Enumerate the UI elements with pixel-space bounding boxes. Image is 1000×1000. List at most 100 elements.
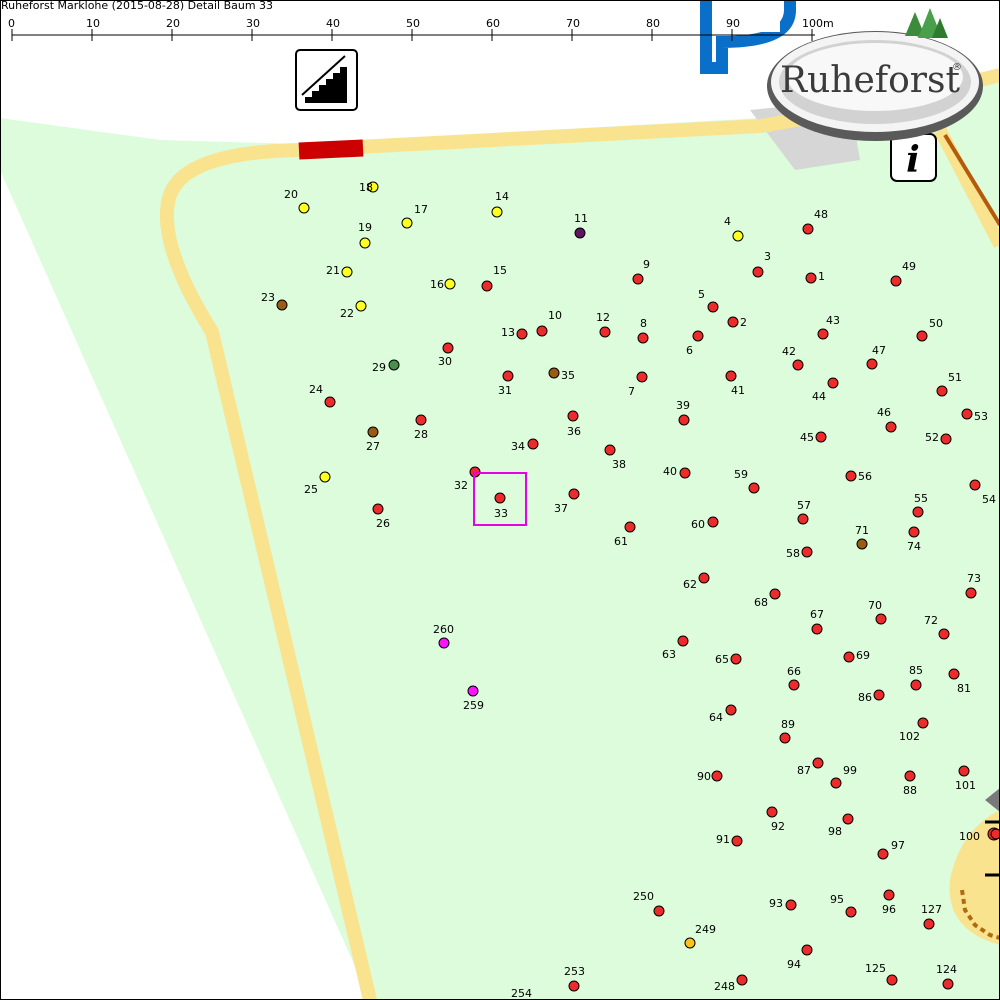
- tree-90[interactable]: 90: [697, 770, 723, 783]
- tree-marker[interactable]: [769, 588, 781, 600]
- map-canvas[interactable]: 0 10 20 30 40 50 60 70 80 90 100m i Ruheforst ®: [0, 0, 1000, 1000]
- tree-marker[interactable]: [866, 358, 878, 370]
- tree-marker[interactable]: [341, 266, 353, 278]
- tree-marker[interactable]: [990, 828, 1000, 840]
- tree-marker[interactable]: [811, 623, 823, 635]
- tree-marker[interactable]: [444, 278, 456, 290]
- tree-marker[interactable]: [725, 704, 737, 716]
- tree-marker[interactable]: [942, 978, 954, 990]
- tree-marker[interactable]: [845, 906, 857, 918]
- tree-66[interactable]: 66: [787, 665, 801, 691]
- tree-marker[interactable]: [372, 503, 384, 515]
- tree-71[interactable]: 71: [855, 524, 869, 550]
- tree-marker[interactable]: [731, 835, 743, 847]
- tree-marker[interactable]: [502, 370, 514, 382]
- tree-27[interactable]: 27: [366, 426, 380, 453]
- tree-marker[interactable]: [817, 328, 829, 340]
- tree-marker[interactable]: [692, 330, 704, 342]
- tree-marker[interactable]: [442, 342, 454, 354]
- tree-marker[interactable]: [401, 217, 413, 229]
- tree-marker[interactable]: [319, 471, 331, 483]
- tree-marker[interactable]: [886, 974, 898, 986]
- tree-45[interactable]: 45: [800, 431, 827, 444]
- tree-marker[interactable]: [788, 679, 800, 691]
- tree-marker[interactable]: [527, 438, 539, 450]
- tree-marker[interactable]: [355, 300, 367, 312]
- tree-marker[interactable]: [877, 848, 889, 860]
- tree-marker[interactable]: [467, 685, 479, 697]
- tree-marker[interactable]: [574, 227, 586, 239]
- tree-marker[interactable]: [548, 367, 560, 379]
- tree-marker[interactable]: [830, 777, 842, 789]
- tree-marker[interactable]: [802, 223, 814, 235]
- tree-marker[interactable]: [536, 325, 548, 337]
- tree-marker[interactable]: [491, 206, 503, 218]
- tree-marker[interactable]: [516, 328, 528, 340]
- tree-88[interactable]: 88: [903, 770, 917, 797]
- tree-marker[interactable]: [805, 272, 817, 284]
- tree-marker[interactable]: [845, 470, 857, 482]
- tree-marker[interactable]: [812, 757, 824, 769]
- tree-56[interactable]: 56: [845, 470, 872, 483]
- tree-marker[interactable]: [438, 637, 450, 649]
- tree-marker[interactable]: [653, 905, 665, 917]
- tree-marker[interactable]: [679, 467, 691, 479]
- tree-marker[interactable]: [415, 414, 427, 426]
- tree-marker[interactable]: [842, 813, 854, 825]
- tree-marker[interactable]: [923, 918, 935, 930]
- tree-marker[interactable]: [637, 332, 649, 344]
- tree-marker[interactable]: [792, 359, 804, 371]
- tree-marker[interactable]: [873, 689, 885, 701]
- tree-marker[interactable]: [636, 371, 648, 383]
- tree-marker[interactable]: [730, 653, 742, 665]
- tree-marker[interactable]: [324, 396, 336, 408]
- tree-marker[interactable]: [912, 506, 924, 518]
- tree-marker[interactable]: [910, 679, 922, 691]
- tree-marker[interactable]: [938, 628, 950, 640]
- tree-marker[interactable]: [604, 444, 616, 456]
- forest-map[interactable]: 0 10 20 30 40 50 60 70 80 90 100m i Ruheforst ®: [0, 0, 1000, 1000]
- tree-marker[interactable]: [875, 613, 887, 625]
- tree-marker[interactable]: [779, 732, 791, 744]
- tree-18[interactable]: 18: [359, 181, 379, 194]
- tree-16[interactable]: 16: [430, 278, 456, 291]
- tree-marker[interactable]: [801, 944, 813, 956]
- tree-marker[interactable]: [890, 275, 902, 287]
- tree-marker[interactable]: [727, 316, 739, 328]
- tree-marker[interactable]: [359, 237, 371, 249]
- tree-marker[interactable]: [707, 516, 719, 528]
- tree-marker[interactable]: [748, 482, 760, 494]
- tree-marker[interactable]: [298, 202, 310, 214]
- tree-marker[interactable]: [883, 889, 895, 901]
- tree-marker[interactable]: [698, 572, 710, 584]
- tree-marker[interactable]: [958, 765, 970, 777]
- tree-marker[interactable]: [936, 385, 948, 397]
- tree-marker[interactable]: [632, 273, 644, 285]
- tree-marker[interactable]: [711, 770, 723, 782]
- tree-74[interactable]: 74: [907, 526, 921, 553]
- tree-marker[interactable]: [904, 770, 916, 782]
- tree-marker[interactable]: [732, 230, 744, 242]
- tree-marker[interactable]: [677, 635, 689, 647]
- tree-marker[interactable]: [916, 330, 928, 342]
- tree-marker[interactable]: [494, 492, 506, 504]
- tree-marker[interactable]: [736, 974, 748, 986]
- tree-marker[interactable]: [965, 587, 977, 599]
- tree-marker[interactable]: [568, 980, 580, 992]
- tree-marker[interactable]: [856, 538, 868, 550]
- tree-marker[interactable]: [885, 421, 897, 433]
- tree-marker[interactable]: [388, 359, 400, 371]
- tree-marker[interactable]: [678, 414, 690, 426]
- tree-28[interactable]: 28: [414, 414, 428, 441]
- tree-marker[interactable]: [917, 717, 929, 729]
- tree-marker[interactable]: [815, 431, 827, 443]
- tree-marker[interactable]: [707, 301, 719, 313]
- tree-marker[interactable]: [567, 410, 579, 422]
- tree-marker[interactable]: [843, 651, 855, 663]
- tree-marker[interactable]: [367, 426, 379, 438]
- tree-marker[interactable]: [948, 668, 960, 680]
- tree-marker[interactable]: [276, 299, 288, 311]
- tree-marker[interactable]: [801, 546, 813, 558]
- tree-marker[interactable]: [624, 521, 636, 533]
- tree-marker[interactable]: [766, 806, 778, 818]
